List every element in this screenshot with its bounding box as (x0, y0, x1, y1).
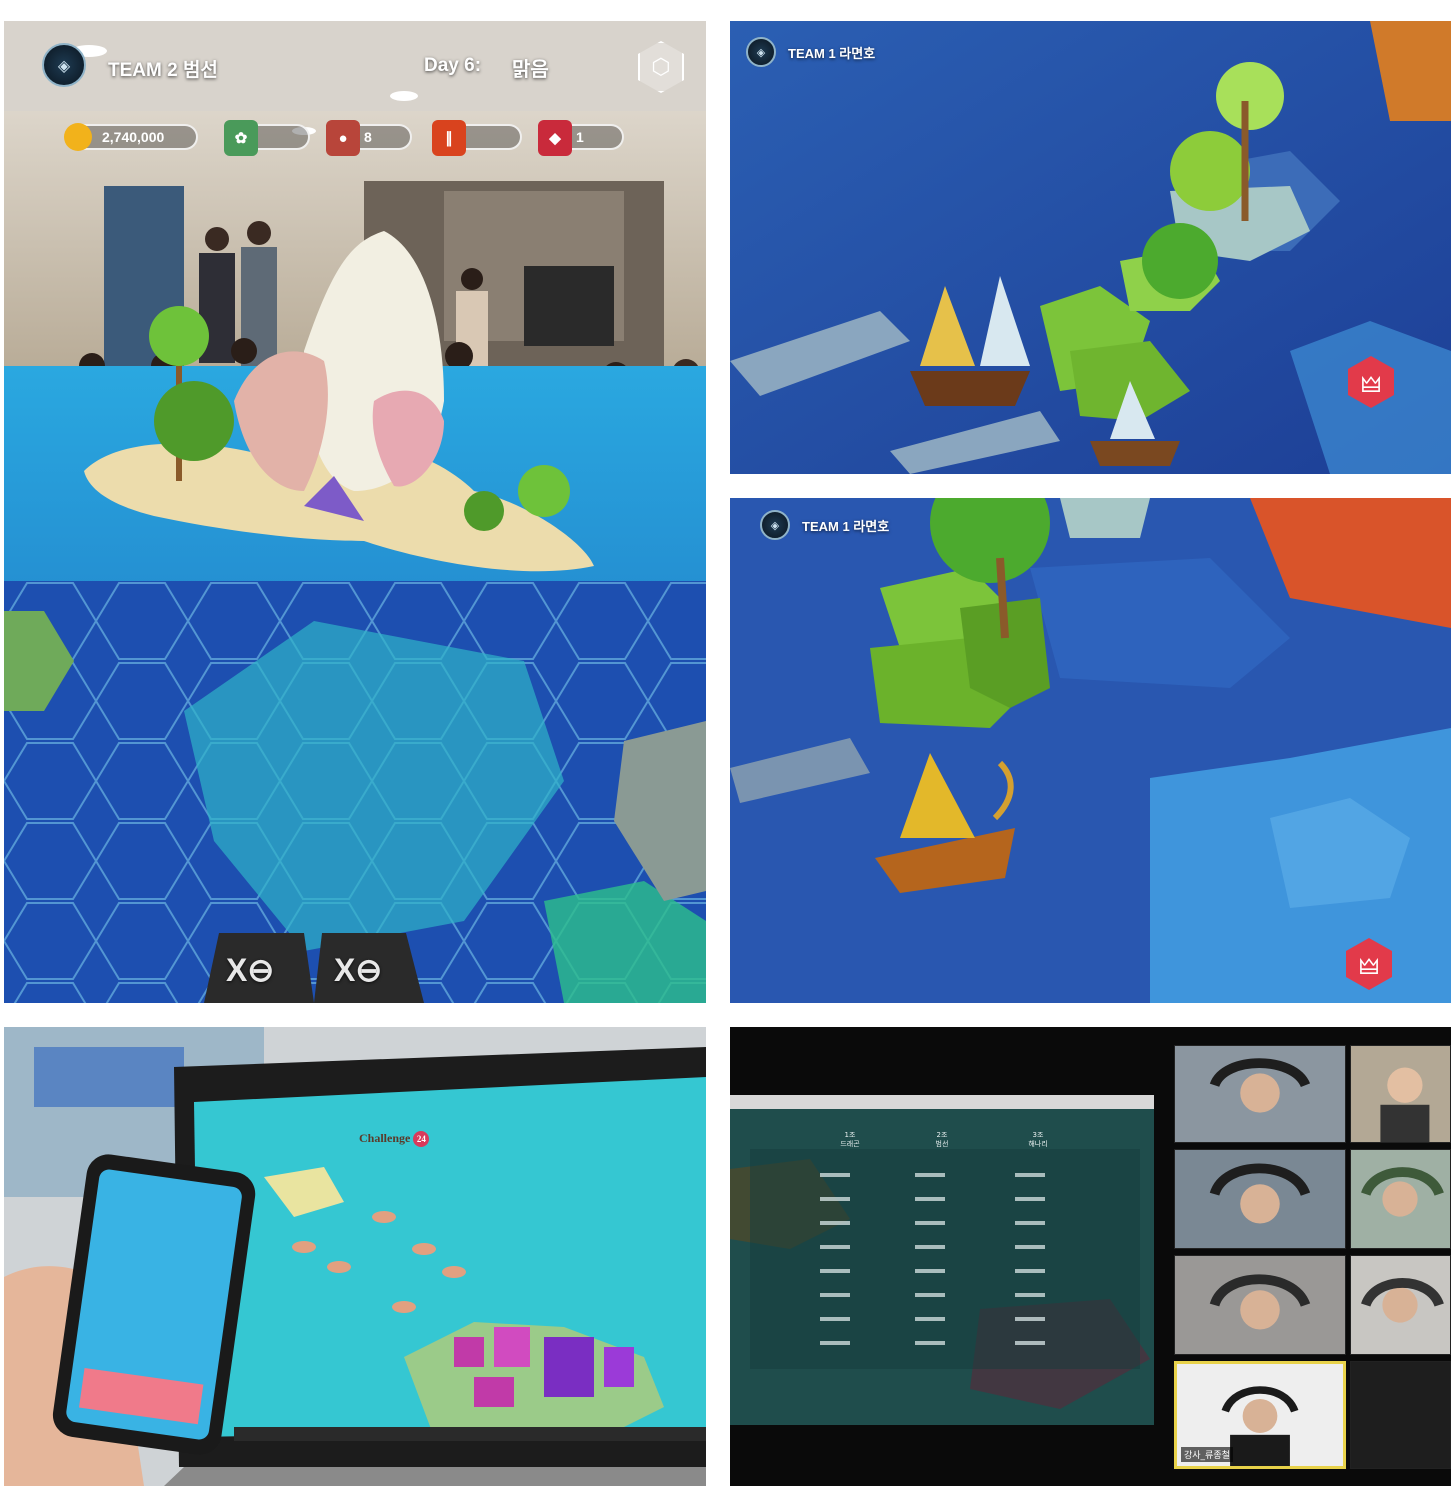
team-label: TEAM 2 범선 (108, 60, 218, 81)
participant-video-tile[interactable] (1350, 1045, 1451, 1143)
team-emblem-icon[interactable]: ◈ (760, 510, 790, 540)
ar-game-photo: ◈ TEAM 2 범선 Day 6: 맑음 ⬡ 2,740,000 ✿ ● 8 … (4, 21, 706, 1003)
participant-video-tile[interactable] (1174, 1149, 1346, 1249)
team-label: TEAM 1 라면호 (802, 519, 890, 534)
herb-icon: ✿ (224, 120, 258, 156)
ocean-ship-illustration (730, 21, 1451, 474)
herb-resource[interactable]: ✿ (224, 120, 310, 156)
weather-label: 맑음 (512, 59, 549, 81)
team-emblem-icon[interactable]: ◈ (746, 37, 776, 67)
coin-icon (64, 123, 92, 151)
meat-value: 8 (364, 129, 372, 145)
ship-scene-bottom: ◈ TEAM 1 라면호 🜲 (730, 498, 1451, 1003)
presenter-video-tile[interactable]: 강사_류종철 (1174, 1361, 1346, 1469)
participant-video-tile[interactable] (1350, 1361, 1451, 1469)
scoreboard-header-team1: 1조 드래곤 (840, 1131, 860, 1148)
scoreboard-header-team3: 3조 해나리 (1028, 1131, 1048, 1148)
ruby-resource[interactable]: ◆ 1 (538, 120, 624, 156)
tool-icon: ∥ (432, 120, 466, 156)
meat-resource[interactable]: ● 8 (326, 120, 412, 156)
participant-video-tile[interactable] (1350, 1255, 1451, 1355)
ocean-ship-illustration (730, 498, 1451, 1003)
video-call-screenshot: 1조 드래곤 2조 범선 3조 해나리 강사_류종철 (730, 1027, 1451, 1486)
gold-value: 2,740,000 (102, 129, 165, 145)
phone-laptop-photo: Challenge 24 (4, 1027, 706, 1486)
ruby-icon: ◆ (538, 120, 572, 156)
skull-tile-mark[interactable]: X⊖ (226, 951, 274, 989)
team-emblem-icon[interactable]: ◈ (42, 43, 86, 87)
day-label: Day 6: (424, 55, 482, 76)
participant-video-tile[interactable] (1174, 1045, 1346, 1143)
ship-scene-top: ◈ TEAM 1 라면호 🜲 (730, 21, 1451, 474)
skull-tile-mark[interactable]: X⊖ (334, 951, 382, 989)
tool-resource[interactable]: ∥ (432, 120, 522, 156)
challenge-badge: 24 (413, 1131, 430, 1147)
presenter-name: 강사_류종철 (1181, 1447, 1233, 1462)
team-label: TEAM 1 라면호 (788, 46, 876, 61)
laptop-phone-illustration (4, 1027, 706, 1486)
participant-video-tile[interactable] (1174, 1255, 1346, 1355)
ruby-value: 1 (576, 129, 584, 145)
scoreboard-blurred-rows (820, 1173, 1045, 1345)
challenge-window-title: Challenge 24 (359, 1131, 430, 1147)
participant-video-tile[interactable] (1350, 1149, 1451, 1249)
scoreboard-header-team2: 2조 범선 (935, 1131, 949, 1148)
ar-scene-illustration (4, 21, 706, 1003)
gold-resource[interactable]: 2,740,000 (64, 123, 198, 151)
meat-icon: ● (326, 120, 360, 156)
scoreboard-window: 1조 드래곤 2조 범선 3조 해나리 (730, 1095, 1154, 1425)
